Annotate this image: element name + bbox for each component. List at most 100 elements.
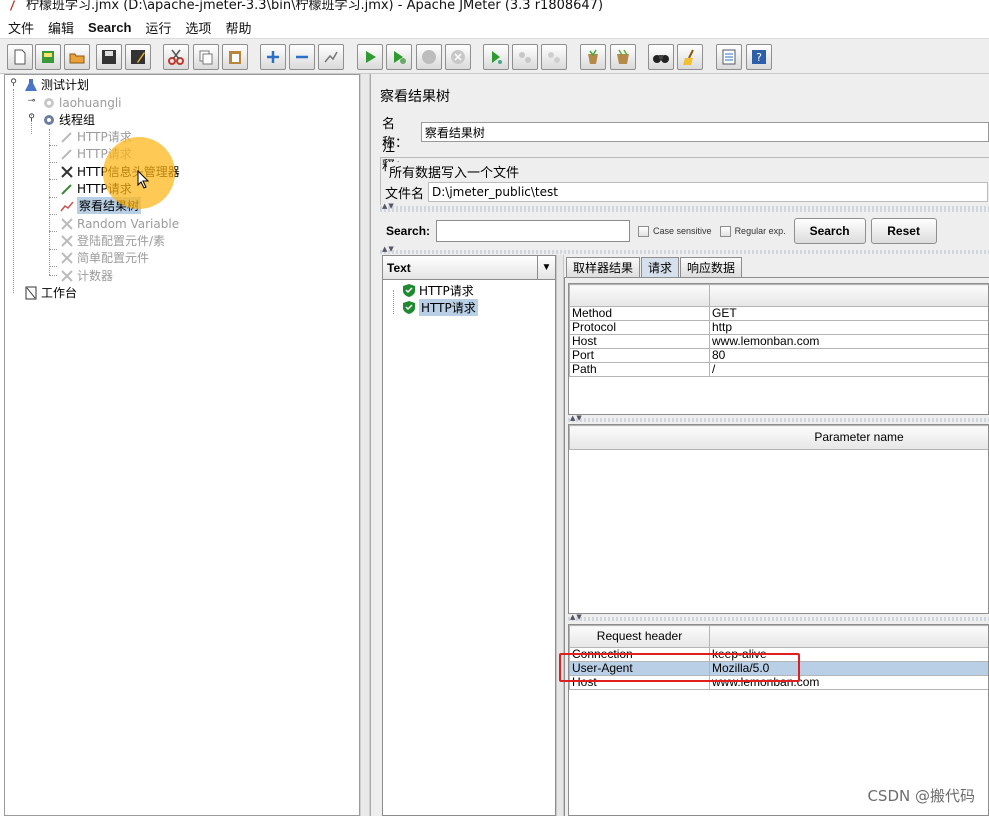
tree-toggle-laohuangli[interactable]: ⊸ — [27, 97, 36, 106]
table-row[interactable]: Path / — [569, 362, 988, 377]
table-row[interactable]: Host www.lemonban.com — [569, 334, 988, 349]
panel-title: 察看结果树 — [380, 89, 450, 105]
tree-item-label: 计数器 — [77, 269, 114, 283]
save-as-button[interactable] — [125, 44, 151, 70]
tree-item-simple-config[interactable]: 简单配置元件 — [59, 249, 149, 266]
tab-request[interactable]: 请求 — [641, 257, 680, 277]
shutdown-button[interactable] — [445, 44, 471, 70]
tree-item-random-variable[interactable]: Random Variable — [59, 215, 179, 232]
paste-button[interactable] — [222, 44, 248, 70]
start-no-pause-button[interactable] — [386, 44, 412, 70]
tree-item-thread-group[interactable]: 线程组 — [41, 111, 95, 128]
help-icon: ? — [752, 50, 766, 64]
mouse-cursor-icon — [137, 170, 150, 189]
tab-response-data[interactable]: 响应数据 — [680, 257, 743, 277]
open-button[interactable] — [64, 44, 90, 70]
tree-item-test-plan[interactable]: 测试计划 — [23, 76, 89, 93]
shutdown-icon — [451, 50, 465, 64]
new-button[interactable] — [7, 44, 33, 70]
sample-item[interactable]: HTTP请求 — [403, 299, 478, 316]
table-cell: GET — [709, 306, 988, 321]
tools-icon — [59, 233, 75, 249]
copy-button[interactable] — [193, 44, 219, 70]
menu-edit[interactable]: 编辑 — [48, 18, 74, 37]
stop-button[interactable] — [416, 44, 442, 70]
search-input[interactable] — [436, 220, 631, 242]
templates-icon — [42, 51, 54, 63]
menu-help[interactable]: 帮助 — [225, 18, 251, 37]
request-info-table[interactable]: Method GET Protocol http Host www.lemonban.… — [568, 283, 989, 415]
results-splitter[interactable] — [556, 255, 564, 816]
gear-icon — [41, 112, 57, 128]
success-shield-icon — [403, 284, 415, 297]
clear-all-button[interactable] — [610, 44, 636, 70]
help-button[interactable]: ? — [746, 44, 772, 70]
tree-item-label: 工作台 — [41, 286, 78, 300]
remote-shutdown-icon — [548, 52, 560, 63]
collapse-icon — [296, 55, 308, 59]
tree-item-laohuangli[interactable]: laohuangli — [41, 94, 121, 111]
regular-exp-checkbox[interactable]: Regular exp. — [719, 225, 786, 237]
tree-item-counter[interactable]: 计数器 — [59, 267, 113, 284]
collapse-arrows-icon[interactable]: ▲▼ — [570, 415, 583, 422]
menu-file[interactable]: 文件 — [8, 18, 34, 37]
table-cell: / — [709, 362, 988, 377]
menu-search[interactable]: Search — [88, 20, 131, 35]
tools-icon — [59, 164, 75, 180]
table-cell: www.lemonban.com — [709, 334, 988, 349]
save-icon — [102, 50, 116, 64]
save-button[interactable] — [96, 44, 122, 70]
filename-field[interactable] — [428, 182, 989, 202]
case-sensitive-checkbox[interactable]: Case sensitive — [638, 225, 712, 237]
chevron-down-icon[interactable]: ▼ — [537, 256, 555, 279]
menu-run[interactable]: 运行 — [145, 18, 171, 37]
menu-options[interactable]: 选项 — [185, 18, 211, 37]
tree-item-workbench[interactable]: 工作台 — [23, 284, 77, 301]
remote-start-button[interactable] — [483, 44, 509, 70]
regular-exp-label: Regular exp. — [734, 226, 786, 236]
table-cell: Method — [569, 306, 710, 321]
renderer-select[interactable]: Text ▼ — [383, 256, 555, 280]
paste-icon — [229, 51, 241, 64]
remote-stop-button[interactable] — [512, 44, 538, 70]
tree-item-login-config[interactable]: 登陆配置元件/素 — [59, 232, 165, 249]
remote-shutdown-button[interactable] — [541, 44, 567, 70]
start-button[interactable] — [357, 44, 383, 70]
clear-button[interactable] — [580, 44, 606, 70]
table-row[interactable]: Port 80 — [569, 348, 988, 363]
collapse-arrows-icon[interactable]: ▲▼ — [382, 203, 395, 210]
tree-toggle-thread-group[interactable]: ⚲ — [27, 114, 36, 123]
collapse-all-button[interactable] — [289, 44, 315, 70]
request-header-column[interactable]: Request header — [569, 625, 710, 648]
tab-sampler-result[interactable]: 取样器结果 — [566, 257, 641, 277]
search-submit-button[interactable]: Search — [793, 218, 866, 244]
test-plan-tree[interactable]: ⚲ ⊸ ⚲ 测试计划 laohuangli 线程组 HTTP请求 HTTP请求 … — [4, 74, 360, 816]
collapse-arrows-icon[interactable]: ▲▼ — [382, 246, 395, 253]
divider-hatch — [380, 250, 989, 254]
cut-button[interactable] — [163, 44, 189, 70]
parameter-table[interactable]: Parameter name — [568, 424, 989, 614]
remote-start-icon — [492, 51, 502, 64]
templates-button[interactable] — [35, 44, 61, 70]
sample-label: HTTP请求 — [419, 299, 478, 316]
table-row[interactable]: Method GET — [569, 306, 988, 321]
collapse-arrows-icon[interactable]: ▲▼ — [570, 614, 583, 621]
sample-results-list[interactable]: Text ▼ HTTP请求 HTTP请求 — [382, 255, 556, 816]
search-button[interactable] — [648, 44, 674, 70]
tree-toggle-test-plan[interactable]: ⚲ — [9, 79, 18, 88]
table-cell: Path — [569, 362, 710, 377]
reset-search-button[interactable] — [677, 44, 703, 70]
watermark: CSDN @搬代码 — [867, 787, 975, 805]
table-row[interactable]: Protocol http — [569, 320, 988, 335]
sample-item[interactable]: HTTP请求 — [403, 282, 474, 299]
case-sensitive-label: Case sensitive — [653, 226, 712, 236]
function-helper-button[interactable] — [716, 44, 742, 70]
reset-button[interactable]: Reset — [870, 218, 937, 244]
remote-stop-icon — [519, 52, 531, 63]
toggle-button[interactable] — [318, 44, 344, 70]
window-title: 柠檬班学习.jmx (D:\apache-jmeter-3.3\bin\柠檬班学… — [26, 0, 604, 13]
main-splitter[interactable] — [360, 74, 370, 816]
jmeter-feather-icon — [10, 0, 15, 11]
expand-all-button[interactable] — [260, 44, 286, 70]
parameter-name-header[interactable]: Parameter name — [569, 425, 988, 450]
